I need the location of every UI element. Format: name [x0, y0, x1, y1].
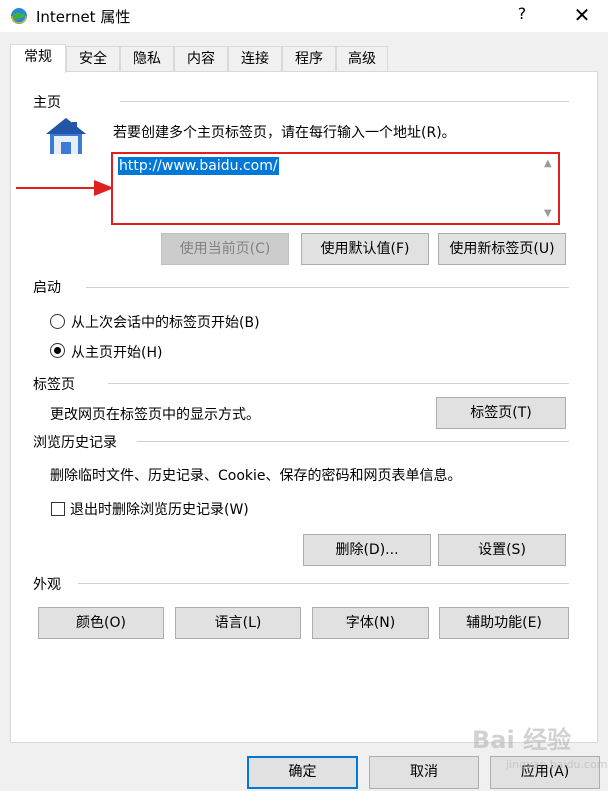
- history-description: 删除临时文件、历史记录、Cookie、保存的密码和网页表单信息。: [50, 468, 462, 484]
- startup-group-label: 启动: [33, 277, 67, 297]
- tab-privacy[interactable]: 隐私: [120, 46, 174, 72]
- appearance-group-divider: [78, 583, 569, 584]
- watermark-site: jingyan.baidu.com: [506, 758, 608, 771]
- delete-history-button[interactable]: 删除(D)...: [303, 534, 431, 566]
- tab-security[interactable]: 安全: [66, 46, 120, 72]
- startup-homepage-radio[interactable]: [50, 343, 65, 358]
- cancel-button[interactable]: 取消: [369, 756, 479, 789]
- textarea-scrollbar[interactable]: ▲ ▼: [542, 156, 556, 222]
- tab-general[interactable]: 常规: [10, 44, 66, 73]
- startup-homepage-label[interactable]: 从主页开始(H): [71, 342, 162, 362]
- tabs-description: 更改网页在标签页中的显示方式。: [50, 407, 260, 423]
- delete-on-exit-checkbox[interactable]: [51, 502, 65, 516]
- history-group-divider: [137, 441, 569, 442]
- title-bar: Internet 属性 ? ✕: [0, 0, 608, 32]
- use-default-button[interactable]: 使用默认值(F): [301, 233, 429, 265]
- delete-on-exit-label[interactable]: 退出时删除浏览历史记录(W): [70, 499, 249, 519]
- watermark-brand: Bai 经验: [472, 726, 572, 754]
- startup-last-session-label[interactable]: 从上次会话中的标签页开始(B): [71, 312, 260, 332]
- tabs-group-label: 标签页: [33, 374, 81, 394]
- startup-group-divider: [86, 287, 569, 288]
- use-new-tab-button[interactable]: 使用新标签页(U): [438, 233, 566, 265]
- red-arrow-annotation: [16, 180, 114, 196]
- scroll-up-icon[interactable]: ▲: [544, 158, 552, 169]
- tab-content[interactable]: 内容: [174, 46, 228, 72]
- home-icon: [46, 118, 86, 154]
- appearance-group-label: 外观: [33, 574, 67, 594]
- radio-selected-dot: [54, 347, 61, 354]
- window-title: Internet 属性: [36, 8, 131, 26]
- accessibility-button[interactable]: 辅助功能(E): [439, 607, 569, 639]
- tab-programs[interactable]: 程序: [282, 46, 336, 72]
- fonts-button[interactable]: 字体(N): [312, 607, 429, 639]
- tabs-settings-button[interactable]: 标签页(T): [436, 397, 566, 429]
- tab-connections[interactable]: 连接: [228, 46, 282, 72]
- watermark: Bai 经验 jingyan.baidu.com: [468, 720, 608, 782]
- tabs-group-divider: [108, 383, 569, 384]
- help-button[interactable]: ?: [512, 4, 532, 26]
- history-group-label: 浏览历史记录: [33, 432, 123, 452]
- history-settings-button[interactable]: 设置(S): [438, 534, 566, 566]
- use-current-button[interactable]: 使用当前页(C): [161, 233, 289, 265]
- internet-globe-icon: [11, 8, 27, 24]
- homepage-url-text: http://www.baidu.com/: [118, 157, 279, 175]
- languages-button[interactable]: 语言(L): [175, 607, 301, 639]
- homepage-group-label: 主页: [33, 92, 67, 112]
- ok-button[interactable]: 确定: [247, 756, 358, 789]
- startup-last-session-radio[interactable]: [50, 314, 65, 329]
- tab-advanced[interactable]: 高级: [336, 46, 388, 72]
- scroll-down-icon[interactable]: ▼: [544, 208, 552, 219]
- colors-button[interactable]: 颜色(O): [38, 607, 164, 639]
- homepage-group-divider: [120, 101, 569, 102]
- homepage-url-textarea[interactable]: http://www.baidu.com/ ▲ ▼: [111, 152, 560, 225]
- close-button[interactable]: ✕: [562, 0, 602, 32]
- homepage-instruction: 若要创建多个主页标签页，请在每行输入一个地址(R)。: [113, 125, 456, 141]
